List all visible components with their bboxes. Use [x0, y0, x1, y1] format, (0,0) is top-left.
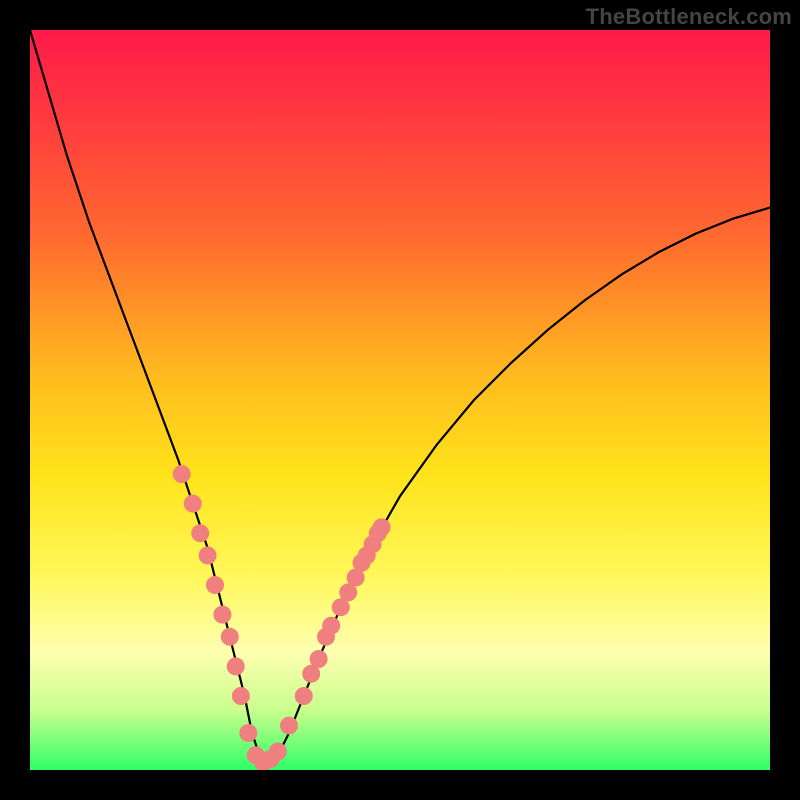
bottleneck-curve: [30, 30, 770, 763]
watermark-label: TheBottleneck.com: [586, 4, 792, 30]
highlight-points-group: [173, 465, 391, 770]
highlight-point: [221, 628, 239, 646]
highlight-point: [322, 617, 340, 635]
highlight-point: [173, 465, 191, 483]
highlight-point: [239, 724, 257, 742]
chart-frame: TheBottleneck.com: [0, 0, 800, 800]
highlight-point: [191, 524, 209, 542]
highlight-point: [227, 657, 245, 675]
highlight-point: [373, 518, 391, 536]
chart-svg: [30, 30, 770, 770]
highlight-point: [184, 495, 202, 513]
highlight-point: [295, 687, 313, 705]
highlight-point: [232, 687, 250, 705]
plot-area: [30, 30, 770, 770]
highlight-point: [280, 717, 298, 735]
highlight-point: [310, 650, 328, 668]
highlight-point: [206, 576, 224, 594]
highlight-point: [199, 546, 217, 564]
highlight-point: [269, 743, 287, 761]
highlight-point: [213, 606, 231, 624]
